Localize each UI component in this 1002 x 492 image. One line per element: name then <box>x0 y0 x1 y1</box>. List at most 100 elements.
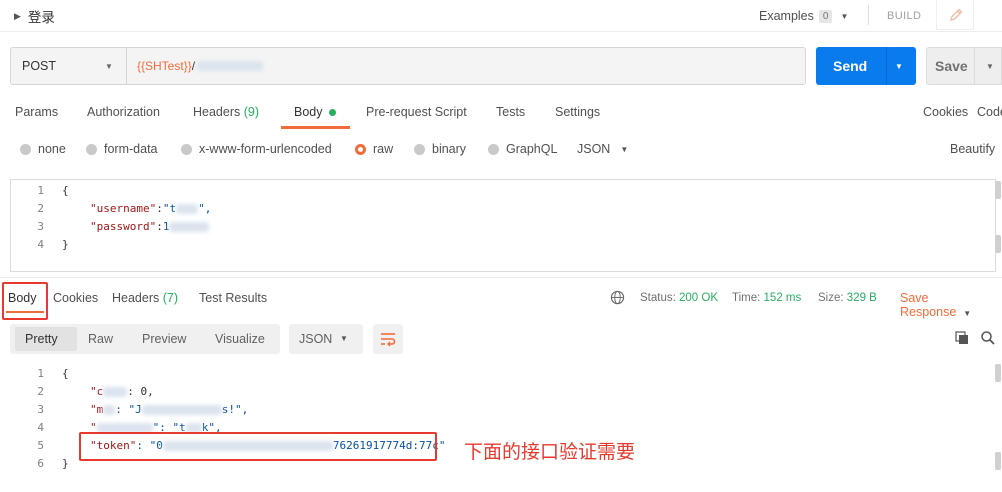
send-button[interactable]: Send ▼ <box>816 47 916 85</box>
response-tab-test-results[interactable]: Test Results <box>199 291 267 305</box>
cookies-link[interactable]: Cookies <box>923 105 968 119</box>
build-label[interactable]: BUILD <box>887 10 921 22</box>
redacted-text <box>103 387 128 397</box>
time-readout[interactable]: Time: 152 ms <box>732 292 801 304</box>
response-tab-underline <box>6 311 44 313</box>
code-close-brace: } <box>62 238 69 251</box>
radio-raw[interactable]: raw <box>355 142 393 156</box>
size-label: Size: <box>818 292 844 304</box>
save-response-dropdown[interactable]: Save Response ▼ <box>900 291 1002 319</box>
url-variable: {{SHTest}} <box>137 59 192 73</box>
wrap-lines-icon <box>381 333 396 347</box>
response-tab-headers-label: Headers <box>112 291 160 305</box>
radio-raw-label: raw <box>373 142 394 156</box>
tab-authorization[interactable]: Authorization <box>87 105 160 119</box>
code-line-msg: "m: "J s!", <box>90 403 248 416</box>
status-label: Status: <box>640 292 676 304</box>
scrollbar[interactable] <box>995 452 1001 470</box>
chevron-down-icon: ▼ <box>340 334 348 343</box>
radio-icon <box>86 143 97 155</box>
view-preview-button[interactable]: Preview <box>142 332 186 346</box>
json-key: "m <box>90 403 104 416</box>
divider <box>868 5 869 25</box>
redacted-text <box>169 222 210 232</box>
examples-dropdown[interactable]: Examples 0 ▼ <box>759 6 848 26</box>
annotation-box-token <box>79 432 437 461</box>
chevron-down-icon[interactable]: ▼ <box>895 62 903 71</box>
radio-binary[interactable]: binary <box>414 142 466 156</box>
response-tab-headers-count: (7) <box>162 291 179 305</box>
json-string: : "J <box>115 403 142 416</box>
request-title: 登录 <box>27 10 55 25</box>
radio-urlencoded[interactable]: x-www-form-urlencoded <box>181 142 332 156</box>
json-key: "c <box>90 385 104 398</box>
body-format-select[interactable]: JSON ▼ <box>577 142 628 156</box>
url-separator: / <box>191 59 196 73</box>
line-number: 5 <box>37 439 44 452</box>
json-string: ", <box>198 202 212 215</box>
scrollbar[interactable] <box>995 181 1001 199</box>
body-format-value: JSON <box>577 142 611 156</box>
scrollbar[interactable] <box>995 364 1001 382</box>
json-number: 1 <box>162 220 170 233</box>
redacted-text <box>141 405 222 415</box>
section-divider <box>0 277 1002 278</box>
tab-body[interactable]: Body <box>294 105 336 119</box>
view-raw-button[interactable]: Raw <box>88 332 113 346</box>
radio-urlencoded-label: x-www-form-urlencoded <box>199 142 332 156</box>
json-colon: : <box>156 220 163 233</box>
radio-binary-label: binary <box>432 142 467 156</box>
code-link[interactable]: Code <box>977 105 1002 119</box>
response-tab-headers[interactable]: Headers (7) <box>112 291 178 305</box>
tab-prerequest-script[interactable]: Pre-request Script <box>366 105 467 119</box>
line-number: 1 <box>37 184 44 197</box>
search-icon[interactable] <box>980 330 996 346</box>
save-button[interactable]: Save ▼ <box>926 47 1002 85</box>
size-readout[interactable]: Size: 329 B <box>818 292 877 304</box>
save-response-label: Save Response <box>900 291 957 319</box>
radio-form-data[interactable]: form-data <box>86 142 158 156</box>
code-open-brace: { <box>62 367 69 380</box>
radio-icon <box>488 143 499 155</box>
radio-icon <box>414 143 425 155</box>
caret-right-icon[interactable]: ▶ <box>14 11 21 22</box>
line-number: 4 <box>37 238 44 251</box>
response-tab-cookies[interactable]: Cookies <box>53 291 98 305</box>
examples-label: Examples <box>759 9 814 23</box>
view-pretty-button[interactable]: Pretty <box>25 332 58 346</box>
copy-icon[interactable] <box>954 330 970 346</box>
beautify-link[interactable]: Beautify <box>950 142 995 156</box>
response-format-select[interactable]: JSON ▼ <box>289 324 363 354</box>
wrap-lines-button[interactable] <box>373 324 403 354</box>
line-number: 3 <box>37 220 44 233</box>
json-string: "t <box>162 202 177 215</box>
radio-icon <box>20 143 31 155</box>
chevron-down-icon: ▼ <box>105 61 113 71</box>
tab-headers-count: (9) <box>243 105 260 119</box>
chevron-down-icon: ▼ <box>963 309 972 318</box>
request-title-row[interactable]: ▶ 登录 <box>14 6 55 26</box>
url-path-redacted <box>197 61 264 71</box>
radio-graphql[interactable]: GraphQL <box>488 142 557 156</box>
url-input[interactable]: {{SHTest}} / <box>126 47 806 85</box>
active-dot-icon <box>328 109 336 117</box>
chevron-down-icon[interactable]: ▼ <box>986 62 994 71</box>
view-visualize-button[interactable]: Visualize <box>215 332 265 346</box>
time-value: 152 ms <box>763 292 802 304</box>
tab-headers[interactable]: Headers (9) <box>193 105 259 119</box>
radio-none[interactable]: none <box>20 142 66 156</box>
scrollbar[interactable] <box>995 235 1001 253</box>
method-select[interactable]: POST ▼ <box>10 47 126 85</box>
json-key: "password" <box>90 220 157 233</box>
save-label: Save <box>935 58 968 74</box>
edit-button[interactable] <box>936 0 974 30</box>
tab-tests[interactable]: Tests <box>496 105 525 119</box>
globe-icon[interactable] <box>610 290 625 305</box>
tab-settings[interactable]: Settings <box>555 105 600 119</box>
tab-params[interactable]: Params <box>15 105 58 119</box>
status-value: 200 OK <box>679 292 719 304</box>
size-value: 329 B <box>846 292 877 304</box>
code-close-brace: } <box>62 457 69 470</box>
pencil-icon <box>950 8 963 21</box>
chevron-down-icon: ▼ <box>620 144 629 154</box>
